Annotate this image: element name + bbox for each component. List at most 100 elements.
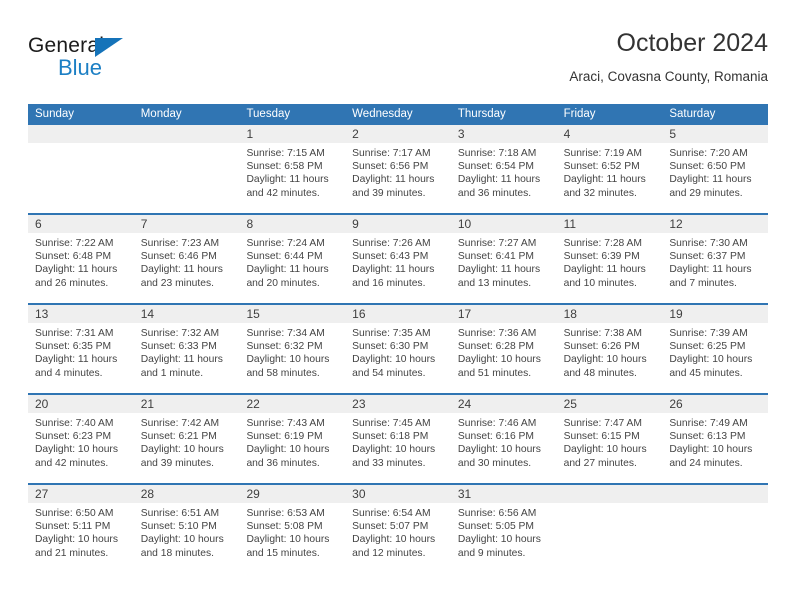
day-details: Sunrise: 7:31 AM Sunset: 6:35 PM Daylight:… bbox=[28, 323, 134, 380]
sunset-text: Sunset: 6:23 PM bbox=[35, 431, 112, 443]
daylight-text-line2: and 7 minutes. bbox=[669, 277, 737, 289]
day-number: 28 bbox=[140, 487, 155, 501]
day-cell[interactable]: 8 Sunrise: 7:24 AM Sunset: 6:44 PM Daylight… bbox=[239, 215, 346, 303]
day-cell[interactable]: 4 Sunrise: 7:19 AM Sunset: 6:52 PM Daylight… bbox=[556, 125, 663, 213]
sunrise-text: Sunrise: 7:36 AM bbox=[457, 328, 537, 339]
day-details: Sunrise: 6:50 AM Sunset: 5:11 PM Daylight:… bbox=[28, 503, 134, 560]
day-cell[interactable]: 26 Sunrise: 7:49 AM Sunset: 6:13 PM Dayligh… bbox=[662, 395, 769, 483]
day-number: 21 bbox=[140, 397, 155, 411]
day-cell[interactable]: 28 Sunrise: 6:51 AM Sunset: 5:10 PM Dayligh… bbox=[133, 485, 240, 573]
day-number-band: 29 bbox=[239, 485, 346, 503]
sunrise-text: Sunrise: 6:53 AM bbox=[246, 508, 325, 519]
day-cell[interactable]: 18 Sunrise: 7:38 AM Sunset: 6:26 PM Dayligh… bbox=[556, 305, 663, 393]
sunset-text: Sunset: 5:10 PM bbox=[140, 521, 217, 533]
daylight-text-line1: Daylight: 10 hours bbox=[457, 354, 541, 366]
weekday-header-tuesday: Tuesday bbox=[246, 108, 291, 120]
day-cell[interactable]: 27 Sunrise: 6:50 AM Sunset: 5:11 PM Dayligh… bbox=[28, 485, 134, 573]
day-number: 20 bbox=[35, 397, 49, 411]
day-cell[interactable]: 6 Sunrise: 7:22 AM Sunset: 6:48 PM Daylight… bbox=[28, 215, 134, 303]
day-details: Sunrise: 7:24 AM Sunset: 6:44 PM Daylight:… bbox=[239, 233, 345, 290]
daylight-text-line2: and 51 minutes. bbox=[457, 367, 532, 379]
day-details: Sunrise: 7:26 AM Sunset: 6:43 PM Daylight:… bbox=[345, 233, 451, 290]
daylight-text-line2: and 9 minutes. bbox=[457, 547, 526, 559]
daylight-text-line2: and 30 minutes. bbox=[457, 457, 532, 469]
day-details: Sunrise: 7:23 AM Sunset: 6:46 PM Daylight:… bbox=[134, 233, 240, 290]
sunset-text: Sunset: 5:11 PM bbox=[35, 521, 111, 533]
day-details: Sunrise: 7:38 AM Sunset: 6:26 PM Daylight:… bbox=[557, 323, 663, 380]
day-details: Sunrise: 7:47 AM Sunset: 6:15 PM Daylight:… bbox=[557, 413, 663, 470]
day-number-band: 26 bbox=[662, 395, 769, 413]
daylight-text-line1: Daylight: 11 hours bbox=[246, 264, 329, 276]
day-cell[interactable]: 11 Sunrise: 7:28 AM Sunset: 6:39 PM Dayligh… bbox=[556, 215, 663, 303]
day-number-band: 9 bbox=[345, 215, 451, 233]
sunrise-text: Sunrise: 7:46 AM bbox=[457, 418, 537, 429]
weekday-header-sunday: Sunday bbox=[35, 108, 75, 120]
day-details: Sunrise: 7:20 AM Sunset: 6:50 PM Daylight:… bbox=[662, 143, 768, 200]
calendar-week-row: 6 Sunrise: 7:22 AM Sunset: 6:48 PM Daylight… bbox=[28, 213, 769, 303]
day-number-band: 16 bbox=[345, 305, 451, 323]
daylight-text-line2: and 45 minutes. bbox=[669, 367, 743, 379]
day-details bbox=[662, 503, 768, 507]
day-cell[interactable]: 20 Sunrise: 7:40 AM Sunset: 6:23 PM Dayligh… bbox=[28, 395, 134, 483]
day-cell[interactable]: 5 Sunrise: 7:20 AM Sunset: 6:50 PM Daylight… bbox=[662, 125, 769, 213]
day-cell[interactable]: 19 Sunrise: 7:39 AM Sunset: 6:25 PM Dayligh… bbox=[662, 305, 769, 393]
daylight-text-line1: Daylight: 10 hours bbox=[669, 354, 753, 366]
sunset-text: Sunset: 6:16 PM bbox=[457, 431, 535, 443]
day-details: Sunrise: 7:28 AM Sunset: 6:39 PM Daylight:… bbox=[557, 233, 663, 290]
day-number-band: 5 bbox=[662, 125, 769, 143]
daylight-text-line2: and 23 minutes. bbox=[140, 277, 214, 289]
day-cell[interactable]: 1 Sunrise: 7:15 AM Sunset: 6:58 PM Daylight… bbox=[239, 125, 346, 213]
calendar-week-cells: 20 Sunrise: 7:40 AM Sunset: 6:23 PM Dayligh… bbox=[28, 395, 769, 483]
day-cell[interactable]: 21 Sunrise: 7:42 AM Sunset: 6:21 PM Dayligh… bbox=[133, 395, 240, 483]
daylight-text-line2: and 16 minutes. bbox=[352, 277, 426, 289]
day-cell[interactable]: 7 Sunrise: 7:23 AM Sunset: 6:46 PM Daylight… bbox=[133, 215, 240, 303]
day-cell[interactable]: 17 Sunrise: 7:36 AM Sunset: 6:28 PM Dayligh… bbox=[450, 305, 557, 393]
day-details: Sunrise: 7:39 AM Sunset: 6:25 PM Daylight:… bbox=[662, 323, 768, 380]
daylight-text-line1: Daylight: 10 hours bbox=[352, 354, 436, 366]
daylight-text-line1: Daylight: 11 hours bbox=[563, 174, 646, 186]
day-cell[interactable]: 10 Sunrise: 7:27 AM Sunset: 6:41 PM Dayligh… bbox=[450, 215, 557, 303]
day-cell[interactable]: 23 Sunrise: 7:45 AM Sunset: 6:18 PM Dayligh… bbox=[345, 395, 451, 483]
daylight-text-line2: and 39 minutes. bbox=[140, 457, 214, 469]
day-details: Sunrise: 7:15 AM Sunset: 6:58 PM Daylight:… bbox=[239, 143, 345, 200]
day-cell[interactable]: 13 Sunrise: 7:31 AM Sunset: 6:35 PM Dayligh… bbox=[28, 305, 134, 393]
daylight-text-line1: Daylight: 11 hours bbox=[457, 174, 541, 186]
day-number-band bbox=[662, 485, 769, 503]
sunrise-text: Sunrise: 7:26 AM bbox=[352, 238, 431, 249]
day-details bbox=[134, 143, 240, 147]
sunrise-text: Sunrise: 7:31 AM bbox=[35, 328, 114, 339]
daylight-text-line1: Daylight: 11 hours bbox=[352, 174, 435, 186]
day-cell[interactable]: 15 Sunrise: 7:34 AM Sunset: 6:32 PM Dayligh… bbox=[239, 305, 346, 393]
day-cell[interactable]: 31 Sunrise: 6:56 AM Sunset: 5:05 PM Dayligh… bbox=[450, 485, 557, 573]
day-details: Sunrise: 7:27 AM Sunset: 6:41 PM Daylight:… bbox=[451, 233, 557, 290]
day-number-band bbox=[133, 125, 240, 143]
day-number: 17 bbox=[457, 307, 472, 321]
day-cell[interactable]: 2 Sunrise: 7:17 AM Sunset: 6:56 PM Daylight… bbox=[345, 125, 451, 213]
day-cell[interactable]: 30 Sunrise: 6:54 AM Sunset: 5:07 PM Dayligh… bbox=[345, 485, 451, 573]
day-cell[interactable]: 9 Sunrise: 7:26 AM Sunset: 6:43 PM Daylight… bbox=[345, 215, 451, 303]
day-cell[interactable]: 3 Sunrise: 7:18 AM Sunset: 6:54 PM Daylight… bbox=[450, 125, 557, 213]
day-number: 6 bbox=[35, 217, 42, 231]
day-number-band: 2 bbox=[345, 125, 451, 143]
sunrise-text: Sunrise: 7:45 AM bbox=[352, 418, 431, 429]
day-cell[interactable]: 29 Sunrise: 6:53 AM Sunset: 5:08 PM Dayligh… bbox=[239, 485, 346, 573]
day-number-band: 22 bbox=[239, 395, 346, 413]
general-blue-logo[interactable]: General Blue bbox=[28, 34, 178, 86]
sunset-text: Sunset: 6:25 PM bbox=[669, 341, 746, 353]
daylight-text-line1: Daylight: 11 hours bbox=[35, 354, 118, 366]
sunset-text: Sunset: 6:15 PM bbox=[563, 431, 640, 443]
day-number: 29 bbox=[246, 487, 260, 501]
day-number-band: 3 bbox=[450, 125, 557, 143]
day-cell[interactable]: 25 Sunrise: 7:47 AM Sunset: 6:15 PM Dayligh… bbox=[556, 395, 663, 483]
day-cell-empty bbox=[556, 485, 663, 573]
sunset-text: Sunset: 6:13 PM bbox=[669, 431, 746, 443]
day-number-band: 10 bbox=[450, 215, 557, 233]
day-number-band: 28 bbox=[133, 485, 240, 503]
day-cell[interactable]: 24 Sunrise: 7:46 AM Sunset: 6:16 PM Dayligh… bbox=[450, 395, 557, 483]
day-cell[interactable]: 16 Sunrise: 7:35 AM Sunset: 6:30 PM Dayligh… bbox=[345, 305, 451, 393]
day-cell[interactable]: 12 Sunrise: 7:30 AM Sunset: 6:37 PM Dayligh… bbox=[662, 215, 769, 303]
day-cell[interactable]: 22 Sunrise: 7:43 AM Sunset: 6:19 PM Dayligh… bbox=[239, 395, 346, 483]
sunrise-text: Sunrise: 7:22 AM bbox=[35, 238, 114, 249]
day-cell[interactable]: 14 Sunrise: 7:32 AM Sunset: 6:33 PM Dayligh… bbox=[133, 305, 240, 393]
calendar-week-row: 27 Sunrise: 6:50 AM Sunset: 5:11 PM Dayligh… bbox=[28, 483, 769, 573]
